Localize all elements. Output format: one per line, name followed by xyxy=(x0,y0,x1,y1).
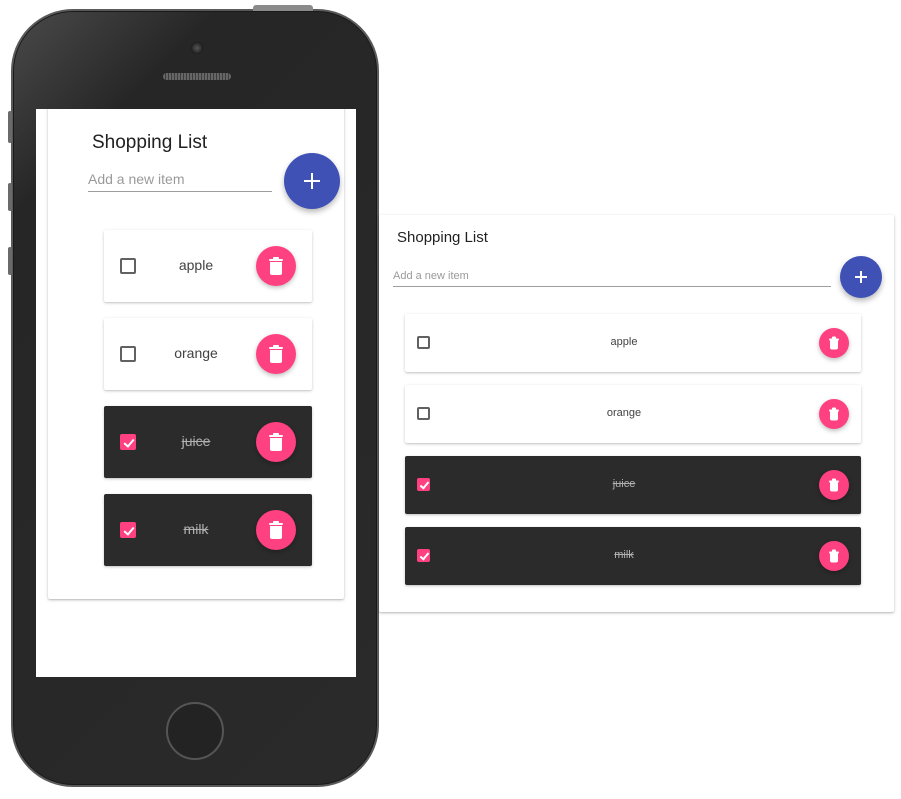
plus-icon xyxy=(304,173,320,189)
delete-item-button[interactable] xyxy=(256,422,296,462)
trash-icon xyxy=(269,257,283,275)
new-item-input[interactable] xyxy=(393,270,831,282)
trash-icon xyxy=(829,407,839,421)
item-checkbox[interactable] xyxy=(120,258,136,274)
phone-mute-switch xyxy=(8,111,12,143)
new-item-field xyxy=(393,265,831,287)
trash-icon xyxy=(269,521,283,539)
phone-screen: Shopping List apple xyxy=(36,109,356,677)
phone-mockup: Shopping List apple xyxy=(8,5,379,787)
list-item: orange xyxy=(104,318,312,390)
shopping-list-card: Shopping List apple xyxy=(48,109,344,599)
item-label: juice xyxy=(612,478,636,490)
page-title: Shopping List xyxy=(397,229,488,246)
add-item-button[interactable] xyxy=(840,256,882,298)
item-checkbox[interactable] xyxy=(120,346,136,362)
check-icon xyxy=(419,479,430,490)
delete-item-button[interactable] xyxy=(819,470,849,500)
phone-home-button xyxy=(166,702,224,760)
delete-item-button[interactable] xyxy=(256,334,296,374)
phone-volume-down-button xyxy=(8,247,12,275)
delete-item-button[interactable] xyxy=(819,541,849,571)
check-icon xyxy=(123,524,135,536)
item-checkbox[interactable] xyxy=(417,549,430,562)
delete-item-button[interactable] xyxy=(819,328,849,358)
trash-icon xyxy=(829,478,839,492)
trash-icon xyxy=(829,549,839,563)
item-label: apple xyxy=(610,336,638,348)
trash-icon xyxy=(269,433,283,451)
new-item-field xyxy=(88,167,272,192)
list-item: apple xyxy=(405,314,861,372)
delete-item-button[interactable] xyxy=(256,510,296,550)
item-checkbox[interactable] xyxy=(120,522,136,538)
item-checkbox[interactable] xyxy=(417,478,430,491)
item-label: milk xyxy=(614,549,634,561)
trash-icon xyxy=(829,336,839,350)
list-item: milk xyxy=(104,494,312,566)
item-checkbox[interactable] xyxy=(417,407,430,420)
delete-item-button[interactable] xyxy=(256,246,296,286)
list-item: juice xyxy=(405,456,861,514)
trash-icon xyxy=(269,345,283,363)
check-icon xyxy=(123,436,135,448)
phone-volume-up-button xyxy=(8,183,12,211)
shopping-list-card: Shopping List apple orange xyxy=(379,215,894,612)
item-label: orange xyxy=(606,407,642,419)
item-checkbox[interactable] xyxy=(120,434,136,450)
item-label: orange xyxy=(174,345,218,361)
item-label: apple xyxy=(178,257,214,273)
page-title: Shopping List xyxy=(92,132,208,153)
item-label: juice xyxy=(181,433,211,449)
plus-icon xyxy=(855,271,867,283)
list-item: milk xyxy=(405,527,861,585)
phone-speaker xyxy=(163,73,231,80)
list-item: apple xyxy=(104,230,312,302)
list-item: juice xyxy=(104,406,312,478)
delete-item-button[interactable] xyxy=(819,399,849,429)
list-item: orange xyxy=(405,385,861,443)
add-item-button[interactable] xyxy=(284,153,340,209)
item-label: milk xyxy=(183,521,209,537)
phone-power-button xyxy=(253,5,313,11)
phone-camera xyxy=(190,41,204,55)
check-icon xyxy=(419,550,430,561)
item-checkbox[interactable] xyxy=(417,336,430,349)
new-item-input[interactable] xyxy=(88,171,272,187)
